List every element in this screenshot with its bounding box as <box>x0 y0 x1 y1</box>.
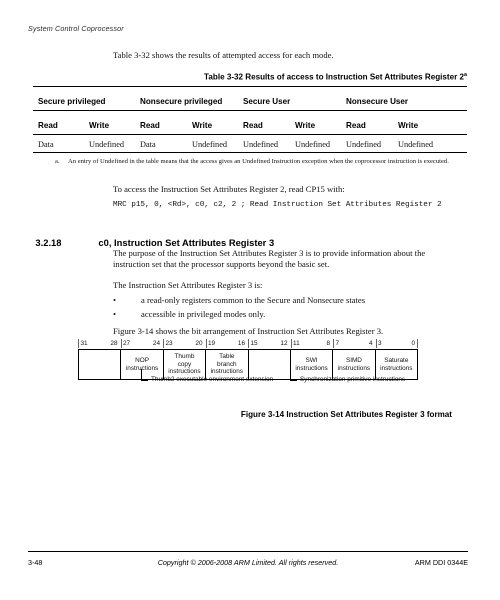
figure-caption: Figure 3-14 Instruction Set Attributes R… <box>240 410 452 419</box>
figure-lead-in: Figure 3-14 shows the bit arrangement of… <box>113 326 384 336</box>
list-item-label: accessible in privileged modes only. <box>141 309 266 319</box>
bit-range-19-16: 19 16 <box>205 338 249 349</box>
bit-tick-icon <box>375 339 377 348</box>
intro-paragraph: Table 3-32 shows the results of attempte… <box>113 50 334 60</box>
footer-doc-id: ARM DDI 0344E <box>414 558 468 567</box>
bit-lo: 0 <box>411 339 415 347</box>
field-line-2: branch <box>217 360 237 368</box>
list-item-0: • a read-only registers common to the Se… <box>113 295 365 305</box>
bit-hi: 31 <box>80 339 88 347</box>
bit-range-15-12: 15 12 <box>248 338 291 349</box>
bit-lo: 4 <box>368 339 373 347</box>
section-purpose-paragraph: The purpose of the Instruction Set Attri… <box>113 248 426 270</box>
bit-range-3-0: 3 0 <box>375 338 419 349</box>
field-line-1: NOP <box>135 356 149 364</box>
bit-hi: 19 <box>208 339 216 347</box>
bit-lo: 28 <box>110 339 118 347</box>
bit-lo: 16 <box>237 339 245 347</box>
footer-copyright: Copyright © 2006-2008 ARM Limited. All r… <box>157 558 339 567</box>
bit-range-31-28: 31 28 <box>78 338 121 349</box>
table-subheader-write-2: Write <box>192 121 213 130</box>
table-title-footnote-marker: a <box>464 72 467 78</box>
bit-range-11-8: 11 8 <box>290 338 334 349</box>
running-header: System Control Coprocessor <box>28 24 124 33</box>
bit-hi: 7 <box>335 339 340 347</box>
field-line-1: Thumb <box>174 353 195 361</box>
bit-hi: 15 <box>250 339 258 347</box>
table-cell-0-4: Undefined <box>243 140 279 149</box>
bit-lo: 12 <box>280 339 288 347</box>
leader-line-horizontal <box>290 380 297 381</box>
leader-line-horizontal <box>141 380 148 381</box>
list-item-label: a read-only registers common to the Secu… <box>141 295 366 305</box>
table-cell-0-1: Undefined <box>89 140 125 149</box>
table-cell-0-3: Undefined <box>192 140 228 149</box>
bit-range-27-24: 27 24 <box>120 338 164 349</box>
table-subheader-read-3: Read <box>243 121 263 130</box>
bit-lo: 24 <box>152 339 160 347</box>
table-subheader-rule <box>33 134 467 135</box>
table-cell-0-0: Data <box>38 140 54 149</box>
section-number: 3.2.18 <box>35 237 62 248</box>
field-line-1: SIMD <box>345 356 362 364</box>
bit-lo: 20 <box>195 339 203 347</box>
table-header-rule <box>33 110 467 111</box>
section-title: c0, Instruction Set Attributes Register … <box>98 237 275 248</box>
register-callouts: Thumb2 executable environment extension … <box>78 369 438 393</box>
callout-label: Synchronization primitive instructions <box>300 375 406 383</box>
section-list-lead-in: The Instruction Set Attributes Register … <box>113 280 263 290</box>
bit-lo: 8 <box>326 339 330 347</box>
document-page: System Control Coprocessor Table 3-32 sh… <box>0 0 500 600</box>
bit-range-7-4: 7 4 <box>333 338 376 349</box>
table-footnote-text: An entry of Undefined in the table means… <box>68 158 449 165</box>
table-subheader-write-3: Write <box>295 121 316 130</box>
table-group-header-secure-user: Secure User <box>243 97 291 106</box>
table-subheader-read-4: Read <box>346 121 366 130</box>
table-footnote: a. An entry of Undefined in the table me… <box>55 157 455 166</box>
table-top-rule <box>33 86 467 88</box>
table-title-text: Table 3-32 Results of access to Instruct… <box>204 72 464 82</box>
field-line-2: copy <box>177 360 192 368</box>
bit-hi: 27 <box>123 339 131 347</box>
footer-rule <box>28 551 468 553</box>
bit-tick-icon <box>333 339 334 348</box>
table-footnote-marker: a. <box>55 158 60 165</box>
footer-page-number: 3-48 <box>28 558 43 567</box>
table-cell-0-2: Data <box>140 140 156 149</box>
table-subheader-read-2: Read <box>140 121 160 130</box>
table-subheader-write-1: Write <box>89 121 110 130</box>
table-group-header-nonsecure-privileged: Nonsecure privileged <box>140 97 223 106</box>
bit-tick-icon <box>290 339 292 348</box>
bit-hi: 11 <box>293 339 300 347</box>
table-bottom-rule <box>33 152 467 154</box>
table-group-header-nonsecure-user: Nonsecure User <box>346 97 409 106</box>
callout-label: Thumb2 executable environment extension <box>151 375 274 383</box>
table-subheader-read-1: Read <box>38 121 58 130</box>
bit-tick-icon <box>163 339 164 348</box>
bit-range-23-20: 23 20 <box>163 338 206 349</box>
bit-tick-icon <box>78 339 79 348</box>
access-lead-in: To access the Instruction Set Attributes… <box>113 184 345 194</box>
page-footer: Copyright © 2006-2008 ARM Limited. All r… <box>28 558 468 572</box>
bit-tick-icon <box>248 339 249 348</box>
table-title: Table 3-32 Results of access to Instruct… <box>0 72 467 82</box>
bit-number-row: 31 28 27 24 23 20 19 16 15 12 11 8 7 4 3… <box>78 338 418 349</box>
list-item-1: • accessible in privileged modes only. <box>113 309 265 319</box>
bullet-icon: • <box>113 309 117 319</box>
table-group-header-secure-privileged: Secure privileged <box>38 97 106 106</box>
field-line-1: SWI <box>305 356 318 364</box>
bullet-icon: • <box>113 295 117 305</box>
table-subheader-write-4: Write <box>398 121 419 130</box>
bit-tick-icon <box>205 339 207 348</box>
bit-tick-icon <box>120 339 122 348</box>
table-cell-0-6: Undefined <box>346 140 382 149</box>
bit-hi: 3 <box>378 339 382 347</box>
table-cell-0-5: Undefined <box>295 140 331 149</box>
code-snippet: MRC p15, 0, <Rd>, c0, c2, 2 ; Read Instr… <box>113 201 442 209</box>
field-line-1: Table <box>219 353 235 361</box>
field-line-1: Saturate <box>384 356 409 364</box>
table-cell-0-7: Undefined <box>398 140 434 149</box>
bit-hi: 23 <box>165 339 173 347</box>
